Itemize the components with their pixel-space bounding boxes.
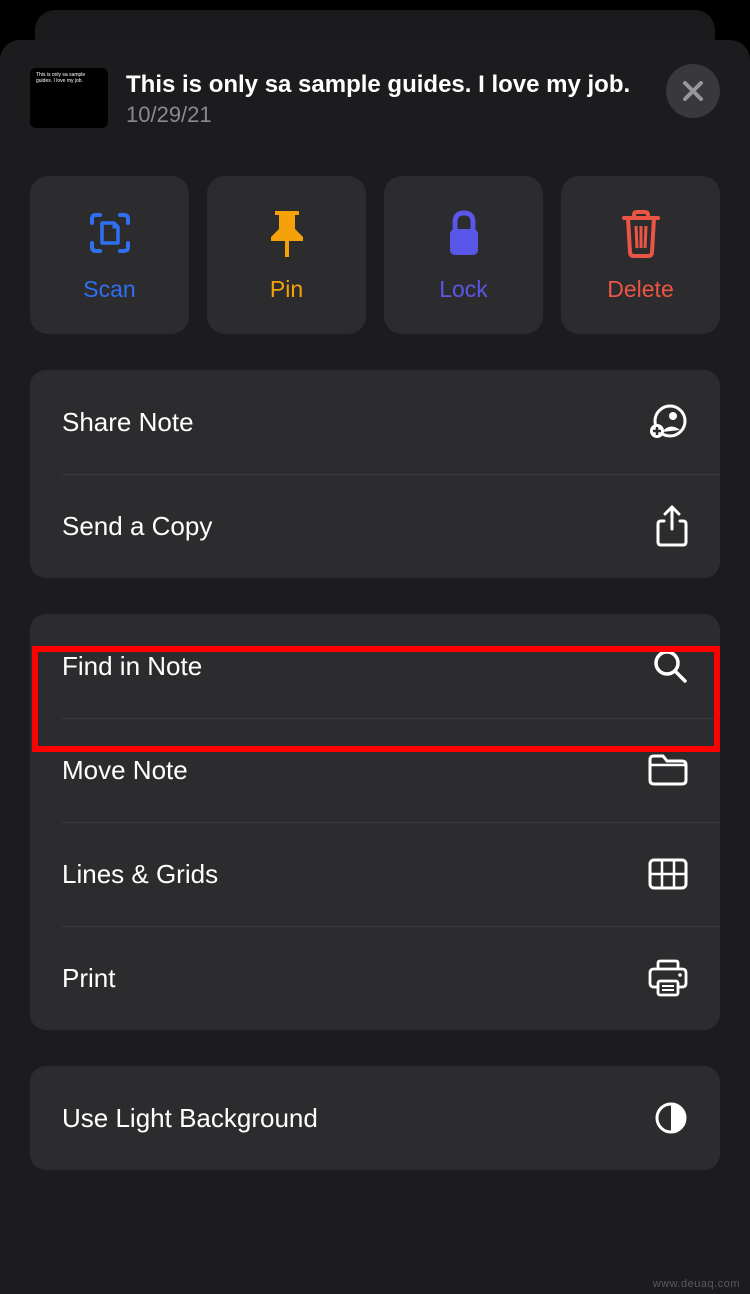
share-note-label: Share Note [62, 407, 194, 438]
find-in-note-row[interactable]: Find in Note [30, 614, 720, 718]
send-copy-row[interactable]: Send a Copy [30, 474, 720, 578]
light-background-row[interactable]: Use Light Background [30, 1066, 720, 1170]
lines-grids-row[interactable]: Lines & Grids [30, 822, 720, 926]
watermark: www.deuaq.com [653, 1278, 740, 1290]
delete-label: Delete [607, 276, 673, 303]
lock-label: Lock [439, 276, 488, 303]
note-thumbnail: This is only sa sample guides. I love my… [30, 68, 108, 128]
send-copy-label: Send a Copy [62, 511, 212, 542]
print-row[interactable]: Print [30, 926, 720, 1030]
search-icon [652, 648, 688, 684]
share-person-icon [648, 404, 688, 440]
move-note-label: Move Note [62, 755, 188, 786]
menu-group-2: Find in Note Move Note Lines & Grids [30, 614, 720, 1030]
grid-icon [648, 858, 688, 890]
action-sheet: This is only sa sample guides. I love my… [0, 40, 750, 1294]
light-background-label: Use Light Background [62, 1103, 318, 1134]
close-icon [681, 79, 705, 103]
note-title: This is only sa sample guides. I love my… [126, 70, 648, 100]
printer-icon [648, 959, 688, 997]
lock-icon [444, 208, 484, 258]
lock-button[interactable]: Lock [384, 176, 543, 334]
find-in-note-label: Find in Note [62, 651, 202, 682]
delete-button[interactable]: Delete [561, 176, 720, 334]
trash-icon [620, 208, 662, 258]
menu-group-3: Use Light Background [30, 1066, 720, 1170]
contrast-icon [654, 1101, 688, 1135]
folder-icon [648, 754, 688, 786]
share-note-row[interactable]: Share Note [30, 370, 720, 474]
note-date: 10/29/21 [126, 102, 648, 128]
share-icon [656, 505, 688, 547]
scan-icon [86, 208, 134, 258]
lines-grids-label: Lines & Grids [62, 859, 218, 890]
close-button[interactable] [666, 64, 720, 118]
header-text: This is only sa sample guides. I love my… [126, 68, 648, 128]
print-label: Print [62, 963, 115, 994]
pin-label: Pin [270, 276, 303, 303]
pin-icon [265, 208, 309, 258]
scan-label: Scan [83, 276, 135, 303]
quick-actions-row: Scan Pin Lock [30, 176, 720, 334]
sheet-header: This is only sa sample guides. I love my… [30, 68, 720, 128]
move-note-row[interactable]: Move Note [30, 718, 720, 822]
scan-button[interactable]: Scan [30, 176, 189, 334]
pin-button[interactable]: Pin [207, 176, 366, 334]
menu-group-1: Share Note Send a Copy [30, 370, 720, 578]
